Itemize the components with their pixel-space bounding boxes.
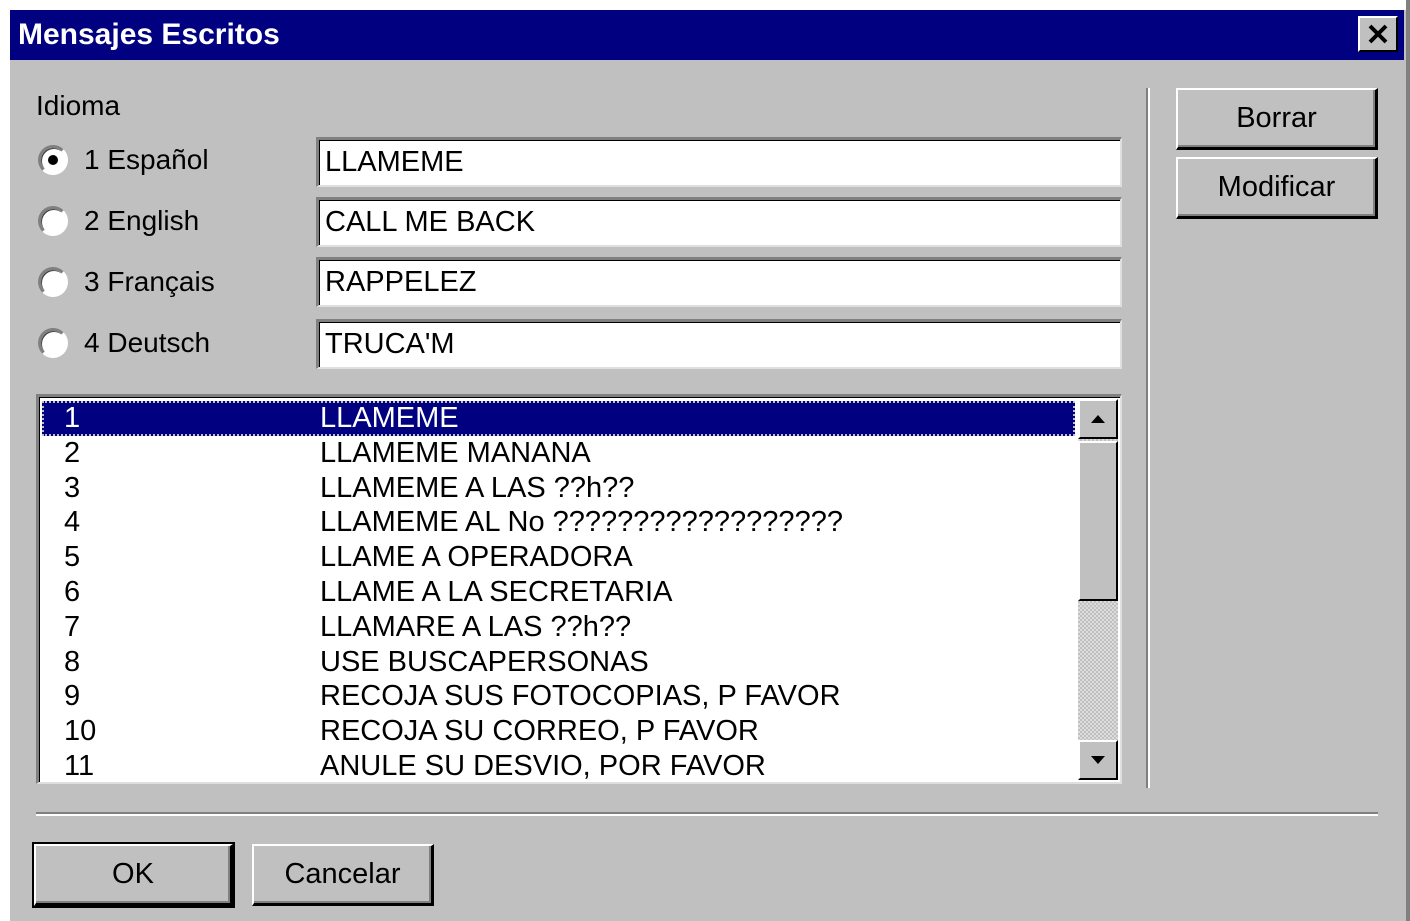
- ok-button[interactable]: OK: [32, 842, 235, 908]
- message-text: LLAME A OPERADORA: [320, 541, 633, 574]
- arrow-up-icon: [1091, 415, 1105, 423]
- title-bar[interactable]: Mensajes Escritos: [10, 10, 1404, 60]
- message-text: LLAME A LA SECRETARIA: [320, 575, 673, 608]
- message-text: ANULE SU DESVIO, POR FAVOR: [320, 749, 766, 782]
- messages-listbox[interactable]: 1 LLAMEME 2 LLAMEME MANANA 3 LLAMEME A LAS ??…: [36, 394, 1122, 784]
- radio-spanish[interactable]: 1 Español: [38, 140, 209, 180]
- message-field-english[interactable]: CALL ME BACK: [316, 197, 1122, 247]
- list-item[interactable]: 4 LLAMEME AL No ??????????????????: [42, 505, 1075, 540]
- list-item[interactable]: 3 LLAMEME A LAS ??h??: [42, 471, 1075, 506]
- message-number: 11: [64, 749, 95, 782]
- scroll-up-button[interactable]: [1078, 399, 1118, 439]
- list-item[interactable]: 1 LLAMEME: [42, 401, 1075, 436]
- message-number: 1: [64, 402, 81, 434]
- message-number: 8: [64, 645, 81, 678]
- message-number: 4: [64, 506, 81, 539]
- radio-label: 4 Deutsch: [84, 327, 211, 358]
- window-border: [0, 0, 1410, 10]
- list-item[interactable]: 11 ANULE SU DESVIO, POR FAVOR: [42, 749, 1075, 782]
- list-item[interactable]: 6 LLAME A LA SECRETARIA: [42, 575, 1075, 610]
- message-number: 2: [64, 436, 81, 469]
- window-border: [0, 0, 10, 921]
- message-text: RECOJA SUS FOTOCOPIAS, P FAVOR: [320, 680, 841, 713]
- radio-english[interactable]: 2 English: [38, 201, 199, 241]
- modify-button[interactable]: Modificar: [1176, 157, 1378, 219]
- delete-button[interactable]: Borrar: [1176, 88, 1378, 150]
- message-text: LLAMEME: [320, 402, 459, 434]
- close-icon: [1368, 24, 1388, 44]
- radio-label: 3 Français: [84, 266, 215, 297]
- message-number: 10: [64, 715, 97, 748]
- list-item[interactable]: 10 RECOJA SU CORREO, P FAVOR: [42, 714, 1075, 749]
- arrow-down-icon: [1091, 756, 1105, 764]
- window-title: Mensajes Escritos: [18, 18, 280, 51]
- message-text: USE BUSCAPERSONAS: [320, 645, 649, 678]
- list-item[interactable]: 9 RECOJA SUS FOTOCOPIAS, P FAVOR: [42, 679, 1075, 714]
- message-field-french[interactable]: RAPPELEZ: [316, 257, 1122, 307]
- message-text: LLAMEME A LAS ??h??: [320, 471, 635, 504]
- radio-button[interactable]: [38, 267, 68, 297]
- message-field-spanish[interactable]: LLAMEME: [316, 137, 1122, 187]
- vertical-scrollbar[interactable]: [1078, 399, 1118, 780]
- radio-french[interactable]: 3 Français: [38, 262, 215, 302]
- horizontal-divider: [36, 812, 1378, 816]
- messages-list: 1 LLAMEME 2 LLAMEME MANANA 3 LLAMEME A LAS ??…: [42, 401, 1075, 782]
- message-number: 6: [64, 575, 81, 608]
- message-text: LLAMARE A LAS ??h??: [320, 610, 632, 643]
- radio-button-checked[interactable]: [38, 145, 68, 175]
- list-item[interactable]: 2 LLAMEME MANANA: [42, 436, 1075, 471]
- list-item[interactable]: 5 LLAME A OPERADORA: [42, 540, 1075, 575]
- radio-button[interactable]: [38, 206, 68, 236]
- close-button[interactable]: [1358, 16, 1398, 52]
- scroll-thumb[interactable]: [1078, 441, 1118, 601]
- message-text: LLAMEME MANANA: [320, 436, 591, 469]
- cancel-button[interactable]: Cancelar: [252, 844, 434, 906]
- message-number: 7: [64, 610, 81, 643]
- message-number: 5: [64, 541, 81, 574]
- radio-button[interactable]: [38, 328, 68, 358]
- vertical-divider: [1146, 88, 1150, 788]
- radio-german[interactable]: 4 Deutsch: [38, 323, 210, 363]
- radio-label: 1 Español: [84, 144, 209, 175]
- message-number: 3: [64, 471, 81, 504]
- window-border: [1406, 0, 1410, 921]
- message-text: RECOJA SU CORREO, P FAVOR: [320, 715, 759, 748]
- list-item[interactable]: 8 USE BUSCAPERSONAS: [42, 645, 1075, 680]
- language-group-label: Idioma: [36, 90, 121, 121]
- radio-label: 2 English: [84, 205, 200, 236]
- message-text: LLAMEME AL No ??????????????????: [320, 506, 843, 539]
- message-field-german[interactable]: TRUCA'M: [316, 319, 1122, 369]
- dialog-window: Mensajes Escritos Idioma 1 Español 2 Eng…: [0, 0, 1410, 921]
- message-number: 9: [64, 680, 81, 713]
- scroll-down-button[interactable]: [1078, 740, 1118, 780]
- list-item[interactable]: 7 LLAMARE A LAS ??h??: [42, 610, 1075, 645]
